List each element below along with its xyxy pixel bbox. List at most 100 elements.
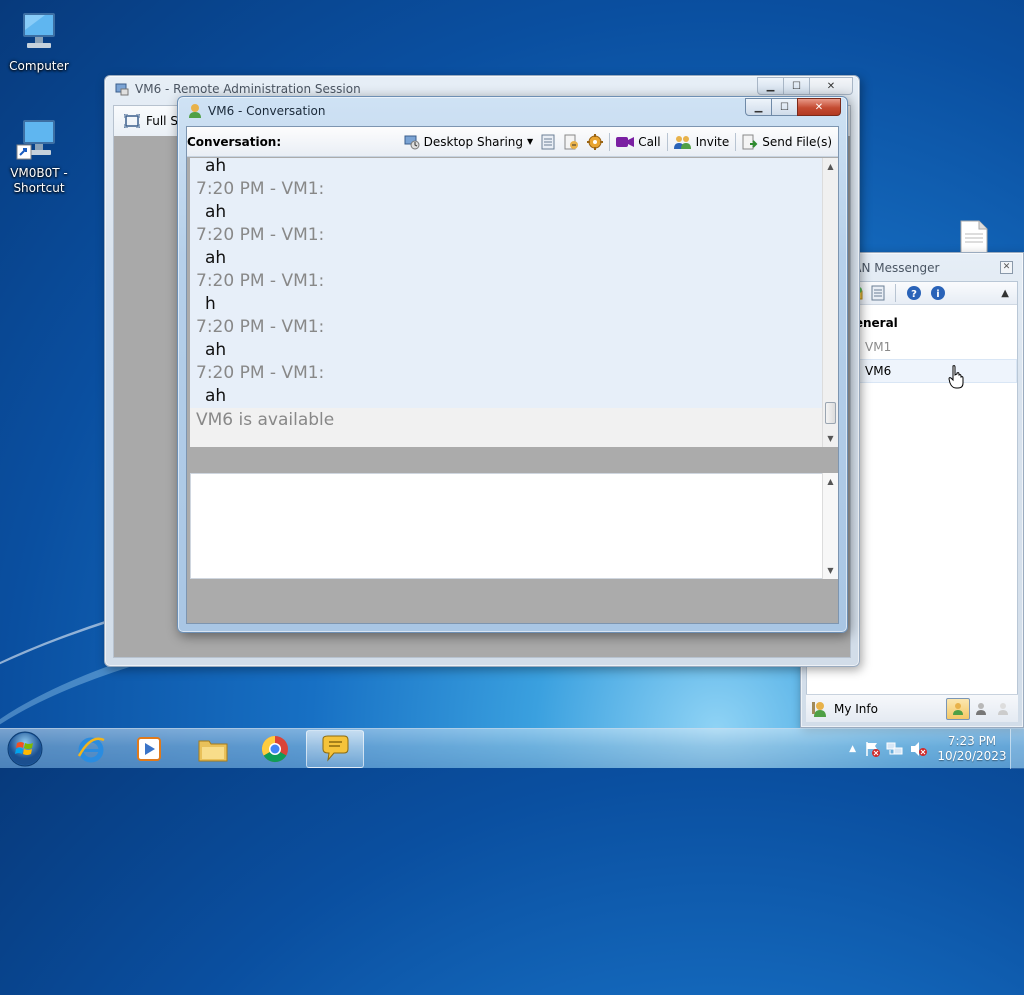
svg-text:?: ? bbox=[911, 289, 917, 300]
status-busy-button[interactable] bbox=[970, 702, 992, 716]
status-offline-button[interactable] bbox=[992, 702, 1014, 716]
message-text: ah bbox=[205, 202, 227, 222]
desktop-icon-computer[interactable]: Computer bbox=[1, 8, 77, 74]
video-camera-icon bbox=[616, 136, 635, 147]
scroll-down-arrow-icon[interactable]: ▼ bbox=[823, 430, 838, 447]
chat-history[interactable]: ah 7:20 PM - VM1: ah 7:20 PM - VM1: ah 7:20 P… bbox=[190, 158, 824, 447]
desktop-sharing-button[interactable]: Desktop Sharing ▼ bbox=[400, 131, 538, 153]
taskbar: ▲ 7:23 PM 10/20/2023 bbox=[0, 728, 1024, 769]
my-info-icon bbox=[812, 700, 828, 718]
add-users-icon bbox=[673, 135, 691, 149]
show-desktop-button[interactable] bbox=[1010, 729, 1024, 769]
hand-cursor-icon bbox=[948, 365, 966, 389]
contact-name: VM1 bbox=[865, 340, 892, 354]
collapse-chevron-icon[interactable]: ▲ bbox=[1001, 288, 1009, 299]
emoticons-button[interactable] bbox=[583, 131, 607, 153]
lan-messenger-icon bbox=[322, 735, 349, 762]
lan-footer: My Info bbox=[806, 694, 1018, 722]
input-scrollbar[interactable]: ▲ ▼ bbox=[822, 473, 838, 579]
separator bbox=[895, 284, 896, 302]
info-icon[interactable]: i bbox=[930, 285, 946, 301]
clock-date: 10/20/2023 bbox=[937, 749, 1007, 763]
taskbar-ie[interactable] bbox=[62, 730, 120, 768]
message-header: 7:20 PM - VM1: bbox=[196, 317, 325, 337]
file-icon[interactable] bbox=[957, 219, 991, 253]
conversation-title-text: VM6 - Conversation bbox=[208, 104, 326, 118]
maximize-button[interactable]: ☐ bbox=[771, 98, 798, 116]
desktop-icon-shortcut[interactable]: VM0B0T - Shortcut bbox=[1, 115, 77, 196]
chrome-icon bbox=[261, 735, 288, 763]
call-button[interactable]: Call bbox=[612, 131, 664, 153]
message-input[interactable] bbox=[190, 473, 824, 579]
user-icon bbox=[188, 103, 202, 119]
start-button[interactable] bbox=[5, 730, 45, 768]
remote-caption-buttons: ▁ ☐ ✕ bbox=[757, 77, 853, 95]
action-center-flag-icon[interactable] bbox=[864, 741, 880, 757]
message-text: ah bbox=[205, 340, 227, 360]
message-text: ah bbox=[205, 158, 227, 176]
desktop-sharing-label: Desktop Sharing bbox=[423, 134, 524, 149]
call-label: Call bbox=[638, 134, 661, 149]
taskbar-lan-messenger[interactable] bbox=[306, 730, 364, 768]
minimize-button[interactable]: ▁ bbox=[745, 98, 772, 116]
message-header: 7:20 PM - VM1: bbox=[196, 179, 325, 199]
gear-icon bbox=[587, 133, 604, 150]
conversation-body: Conversation: Desktop Sharing ▼ Call Inv… bbox=[186, 126, 839, 624]
separator bbox=[666, 132, 668, 151]
chat-scrollbar[interactable]: ▲ ▼ bbox=[822, 158, 838, 447]
system-tray: ▲ 7:23 PM 10/20/2023 bbox=[849, 729, 1024, 769]
scroll-down-arrow-icon[interactable]: ▼ bbox=[823, 562, 838, 579]
media-player-icon bbox=[137, 737, 161, 761]
invite-label: Invite bbox=[695, 134, 730, 149]
close-button[interactable]: ✕ bbox=[809, 77, 853, 95]
help-icon[interactable]: ? bbox=[906, 285, 922, 301]
my-info-label[interactable]: My Info bbox=[834, 702, 878, 716]
maximize-button[interactable]: ☐ bbox=[783, 77, 810, 95]
dropdown-arrow-icon: ▼ bbox=[527, 137, 534, 146]
windows-logo-icon bbox=[7, 731, 43, 767]
volume-muted-icon[interactable] bbox=[910, 741, 928, 757]
send-files-button[interactable]: Send File(s) bbox=[738, 131, 836, 153]
computer-shortcut-icon bbox=[15, 115, 63, 163]
clock[interactable]: 7:23 PM 10/20/2023 bbox=[934, 734, 1010, 764]
taskbar-explorer[interactable] bbox=[184, 730, 242, 768]
svg-text:i: i bbox=[936, 289, 939, 300]
conversation-title: VM6 - Conversation bbox=[188, 103, 326, 119]
message-text: ah bbox=[205, 248, 227, 268]
desktop-icon-label: VM0B0T - Shortcut bbox=[10, 166, 68, 195]
send-files-label: Send File(s) bbox=[762, 134, 832, 149]
message-text: ah bbox=[205, 386, 227, 406]
history-icon bbox=[541, 134, 555, 149]
scroll-up-arrow-icon[interactable]: ▲ bbox=[823, 158, 838, 175]
lan-title-text: LAN Messenger bbox=[846, 261, 940, 275]
minimize-button[interactable]: ▁ bbox=[757, 77, 784, 95]
desktop-sharing-icon bbox=[404, 135, 420, 149]
separator bbox=[735, 132, 737, 151]
show-hidden-icons-chevron-icon[interactable]: ▲ bbox=[849, 744, 856, 754]
file-transfer-button[interactable] bbox=[559, 131, 583, 153]
taskbar-media-player[interactable] bbox=[120, 730, 178, 768]
remote-admin-title-text: VM6 - Remote Administration Session bbox=[135, 82, 361, 96]
history-button[interactable] bbox=[537, 131, 559, 153]
close-button[interactable]: ✕ bbox=[797, 98, 841, 116]
network-icon[interactable] bbox=[886, 741, 904, 757]
message-header: 7:20 PM - VM1: bbox=[196, 363, 325, 383]
message-text: h bbox=[205, 294, 216, 314]
status-line: VM6 is available bbox=[190, 408, 824, 447]
lan-close-button[interactable]: ✕ bbox=[1000, 261, 1013, 274]
separator bbox=[609, 132, 611, 151]
invite-button[interactable]: Invite bbox=[670, 131, 734, 153]
clock-time: 7:23 PM bbox=[947, 734, 997, 748]
scrollbar-thumb[interactable] bbox=[825, 402, 836, 424]
conversation-toolbar: Conversation: Desktop Sharing ▼ Call Inv… bbox=[187, 127, 838, 157]
conversation-label: Conversation: bbox=[187, 134, 282, 149]
taskbar-chrome[interactable] bbox=[246, 730, 304, 768]
file-transfer-icon bbox=[564, 134, 579, 149]
scroll-up-arrow-icon[interactable]: ▲ bbox=[823, 473, 838, 490]
status-online-button[interactable] bbox=[946, 697, 970, 720]
folder-icon bbox=[198, 740, 228, 762]
history-icon[interactable] bbox=[871, 285, 885, 301]
conversation-window: VM6 - Conversation ▁ ☐ ✕ Conversation: D… bbox=[177, 96, 848, 633]
fullscreen-icon bbox=[124, 114, 140, 128]
remote-app-icon bbox=[115, 82, 129, 96]
